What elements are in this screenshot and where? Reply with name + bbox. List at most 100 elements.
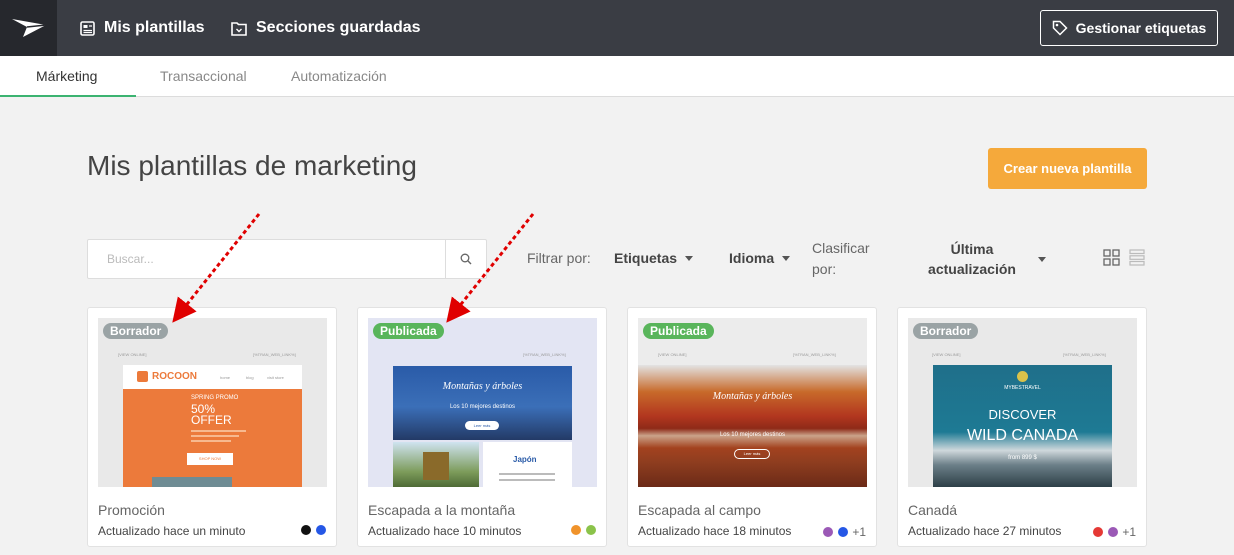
template-icon — [80, 20, 95, 36]
template-thumbnail[interactable]: Publicada [%TRAN_WEB_LINK%] Montañas y á… — [368, 318, 597, 487]
globe-icon — [1017, 371, 1028, 382]
thumb-line2: WILD CANADA — [966, 427, 1079, 444]
nav-saved-sections[interactable]: Secciones guardadas — [231, 0, 421, 56]
template-thumbnail[interactable]: Borrador [VIEW ONLINE] [%TRAN_WEB_LINK%]… — [908, 318, 1137, 487]
nav-saved-sections-label: Secciones guardadas — [256, 19, 421, 36]
thumb-nav-store: visit store — [267, 375, 284, 380]
sort-value-line2: actualización — [928, 261, 1016, 277]
thumb-promo-small: SPRING PROMO — [191, 395, 239, 401]
status-badge: Borrador — [103, 323, 169, 339]
tag-color-dot — [1108, 527, 1119, 537]
template-card[interactable]: Borrador [VIEW ONLINE] [%TRAN_WEB_LINK%]… — [897, 307, 1147, 547]
language-filter-dropdown[interactable]: Idioma — [729, 250, 791, 266]
thumb-heading: Montañas y árboles — [712, 391, 793, 402]
active-tab-indicator — [0, 95, 136, 97]
card-title: Escapada a la montaña — [368, 502, 516, 518]
sort-value-line1: Última — [950, 241, 994, 257]
template-thumbnail[interactable]: Borrador [VIEW ONLINE] [%TRAN_WEB_LINK%]… — [98, 318, 327, 487]
thumb-web-link: [%TRAN_WEB_LINK%] — [523, 352, 566, 357]
thumb-brand: MYBESTRAVEL — [1004, 385, 1041, 391]
tab-bar: Márketing Transaccional Automatización — [0, 56, 1234, 97]
thumb-hero-image: MYBESTRAVEL DISCOVER WILD CANADA from 89… — [933, 365, 1112, 487]
filter-label: Filtrar por: — [527, 250, 591, 266]
saved-sections-icon — [231, 21, 247, 36]
tags-filter-label: Etiquetas — [614, 250, 678, 266]
chevron-down-icon — [782, 255, 791, 261]
tab-marketing[interactable]: Márketing — [36, 56, 97, 97]
status-badge: Borrador — [913, 323, 979, 339]
search-input[interactable] — [107, 240, 427, 278]
chevron-down-icon — [685, 255, 694, 261]
thumb-view-online: [VIEW ONLINE] — [118, 352, 147, 357]
template-thumbnail[interactable]: Publicada [VIEW ONLINE] [%TRAN_WEB_LINK%… — [638, 318, 867, 487]
card-updated: Actualizado hace 27 minutos — [908, 524, 1062, 538]
fox-logo-icon — [137, 371, 148, 382]
status-badge: Publicada — [643, 323, 714, 339]
thumb-sub: Los 10 mejores destinos — [449, 404, 516, 410]
card-title: Promoción — [98, 502, 165, 518]
thumb-brand: ROCOON — [152, 371, 197, 382]
search-button[interactable] — [445, 240, 486, 278]
grid-view-icon[interactable] — [1103, 249, 1120, 266]
page-title: Mis plantillas de marketing — [87, 150, 417, 181]
status-badge: Publicada — [373, 323, 444, 339]
thumb-temple-image — [393, 442, 479, 487]
card-updated: Actualizado hace 18 minutos — [638, 524, 792, 538]
language-filter-label: Idioma — [729, 250, 775, 266]
thumb-hero: SPRING PROMO 50% OFFER SHOP NOW — [123, 389, 302, 487]
template-card[interactable]: Publicada [VIEW ONLINE] [%TRAN_WEB_LINK%… — [627, 307, 877, 547]
template-card[interactable]: Borrador [VIEW ONLINE] [%TRAN_WEB_LINK%]… — [87, 307, 337, 547]
manage-tags-button[interactable]: Gestionar etiquetas — [1040, 10, 1218, 46]
card-title: Canadá — [908, 502, 958, 518]
thumb-side-title: Japón — [513, 455, 537, 464]
thumb-web-link: [%TRAN_WEB_LINK%] — [1063, 352, 1106, 357]
search-icon — [460, 253, 472, 265]
chevron-down-icon[interactable] — [1038, 257, 1046, 262]
tag-colors: +1 — [1088, 525, 1136, 539]
more-tags-count: +1 — [1122, 525, 1136, 539]
create-template-button[interactable]: Crear nueva plantilla — [988, 148, 1147, 189]
card-title: Escapada al campo — [638, 502, 761, 518]
tag-colors: +1 — [818, 525, 866, 539]
card-updated: Actualizado hace 10 minutos — [368, 524, 522, 538]
tab-automation[interactable]: Automatización — [291, 56, 387, 97]
app-logo[interactable] — [0, 0, 57, 56]
thumb-web-link: [%TRAN_WEB_LINK%] — [793, 352, 836, 357]
thumb-hero: Montañas y árboles Los 10 mejores destin… — [393, 366, 572, 440]
tag-color-dot — [586, 525, 596, 535]
template-card[interactable]: Publicada [%TRAN_WEB_LINK%] Montañas y á… — [357, 307, 607, 547]
thumb-cta: Leer más — [734, 449, 770, 459]
thumb-view-online: [VIEW ONLINE] — [658, 352, 687, 357]
search-box — [87, 239, 487, 279]
thumb-heading: Montañas y árboles — [442, 381, 523, 392]
thumb-side: Japón — [483, 442, 572, 487]
tab-transactional[interactable]: Transaccional — [160, 56, 247, 97]
thumb-sub: Los 10 mejores destinos — [719, 432, 786, 438]
tags-filter-dropdown[interactable]: Etiquetas — [614, 250, 694, 266]
tag-color-dot — [571, 525, 581, 535]
thumb-web-link: [%TRAN_WEB_LINK%] — [253, 352, 296, 357]
thumb-price: from 899 $ — [1008, 455, 1037, 461]
tag-colors — [296, 525, 326, 535]
tag-color-dot — [823, 527, 834, 537]
tag-color-dot — [301, 525, 311, 535]
thumb-view-online: [VIEW ONLINE] — [932, 352, 961, 357]
card-updated: Actualizado hace un minuto — [98, 524, 246, 538]
list-view-icon[interactable] — [1129, 249, 1145, 266]
tag-color-dot — [838, 527, 849, 537]
nav-my-templates-label: Mis plantillas — [104, 19, 205, 36]
more-tags-count: +1 — [852, 525, 866, 539]
thumb-promo-word: OFFER — [191, 413, 232, 427]
tag-icon — [1052, 20, 1068, 36]
sort-dropdown[interactable]: Última actualización — [920, 239, 1024, 279]
sort-label-line1: Clasificar — [812, 240, 870, 256]
tag-color-dot — [1093, 527, 1104, 537]
paper-plane-icon — [11, 19, 46, 37]
thumb-product-image — [152, 477, 232, 487]
thumb-cta: SHOP NOW — [187, 453, 233, 465]
thumb-nav-home: home — [220, 375, 231, 380]
thumb-hero-image: Montañas y árboles Los 10 mejores destin… — [638, 365, 867, 487]
nav-my-templates[interactable]: Mis plantillas — [80, 0, 204, 56]
thumb-nav-blog: blog — [246, 375, 254, 380]
sort-label-line2: por: — [812, 261, 837, 277]
